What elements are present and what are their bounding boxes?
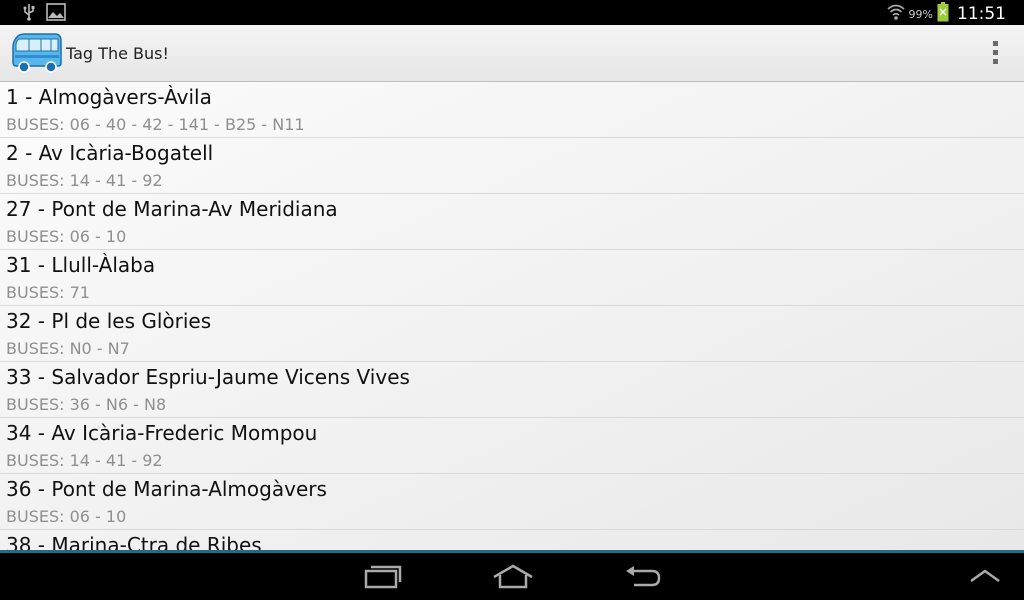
action-bar: Tag The Bus! <box>0 25 1024 82</box>
stop-buses: BUSES: 14 - 41 - 92 <box>6 171 163 190</box>
wifi-icon <box>887 3 905 25</box>
recent-apps-icon[interactable] <box>363 563 403 595</box>
stop-title: 33 - Salvador Espriu-Jaume Vicens Vives <box>6 365 410 389</box>
stop-title: 27 - Pont de Marina-Av Meridiana <box>6 197 338 221</box>
stop-title: 1 - Almogàvers-Àvila <box>6 85 212 109</box>
stop-title: 32 - Pl de les Glòries <box>6 309 212 333</box>
stop-buses: BUSES: 71 <box>6 283 90 302</box>
image-icon <box>46 3 66 25</box>
stop-buses: BUSES: 14 - 41 - 92 <box>6 451 163 470</box>
usb-icon <box>22 3 36 25</box>
list-item[interactable]: 2 - Av Icària-Bogatell BUSES: 14 - 41 - … <box>0 138 1024 194</box>
stop-buses: BUSES: 06 - 10 <box>6 507 127 526</box>
home-icon[interactable] <box>490 563 536 595</box>
stop-title: 31 - Llull-Àlaba <box>6 253 156 277</box>
stop-buses: BUSES: 06 - 40 - 42 - 141 - B25 - N11 <box>6 115 305 134</box>
stop-title: 34 - Av Icària-Frederic Mompou <box>6 421 318 445</box>
list-item[interactable]: 27 - Pont de Marina-Av Meridiana BUSES: … <box>0 194 1024 250</box>
bus-icon[interactable] <box>11 33 63 77</box>
status-bar-system: 99% 11:51 <box>887 2 1006 26</box>
status-bar-notifications <box>22 3 66 25</box>
list-item[interactable]: 33 - Salvador Espriu-Jaume Vicens Vives … <box>0 362 1024 418</box>
back-icon[interactable] <box>622 563 662 595</box>
battery-percent: 99% <box>908 7 933 21</box>
list-item[interactable]: 1 - Almogàvers-Àvila BUSES: 06 - 40 - 42… <box>0 82 1024 138</box>
list-item[interactable]: 38 - Marina-Ctra de Ribes <box>0 530 1024 552</box>
list-item[interactable]: 31 - Llull-Àlaba BUSES: 71 <box>0 250 1024 306</box>
stop-buses: BUSES: N0 - N7 <box>6 339 130 358</box>
stop-title: 36 - Pont de Marina-Almogàvers <box>6 477 327 501</box>
clock: 11:51 <box>957 4 1006 24</box>
list-item[interactable]: 36 - Pont de Marina-Almogàvers BUSES: 06… <box>0 474 1024 530</box>
more-vert-icon[interactable] <box>990 41 1000 67</box>
app-title: Tag The Bus! <box>66 44 169 63</box>
battery-charging-icon <box>937 2 949 26</box>
stop-buses: BUSES: 06 - 10 <box>6 227 127 246</box>
list-item[interactable]: 34 - Av Icària-Frederic Mompou BUSES: 14… <box>0 418 1024 474</box>
stop-buses: BUSES: 36 - N6 - N8 <box>6 395 167 414</box>
stop-title: 2 - Av Icària-Bogatell <box>6 141 214 165</box>
up-chevron-icon[interactable] <box>968 567 1002 589</box>
status-bar: 99% 11:51 <box>0 0 1024 25</box>
stop-list[interactable]: 1 - Almogàvers-Àvila BUSES: 06 - 40 - 42… <box>0 82 1024 552</box>
list-item[interactable]: 32 - Pl de les Glòries BUSES: N0 - N7 <box>0 306 1024 362</box>
navigation-bar <box>0 553 1024 600</box>
